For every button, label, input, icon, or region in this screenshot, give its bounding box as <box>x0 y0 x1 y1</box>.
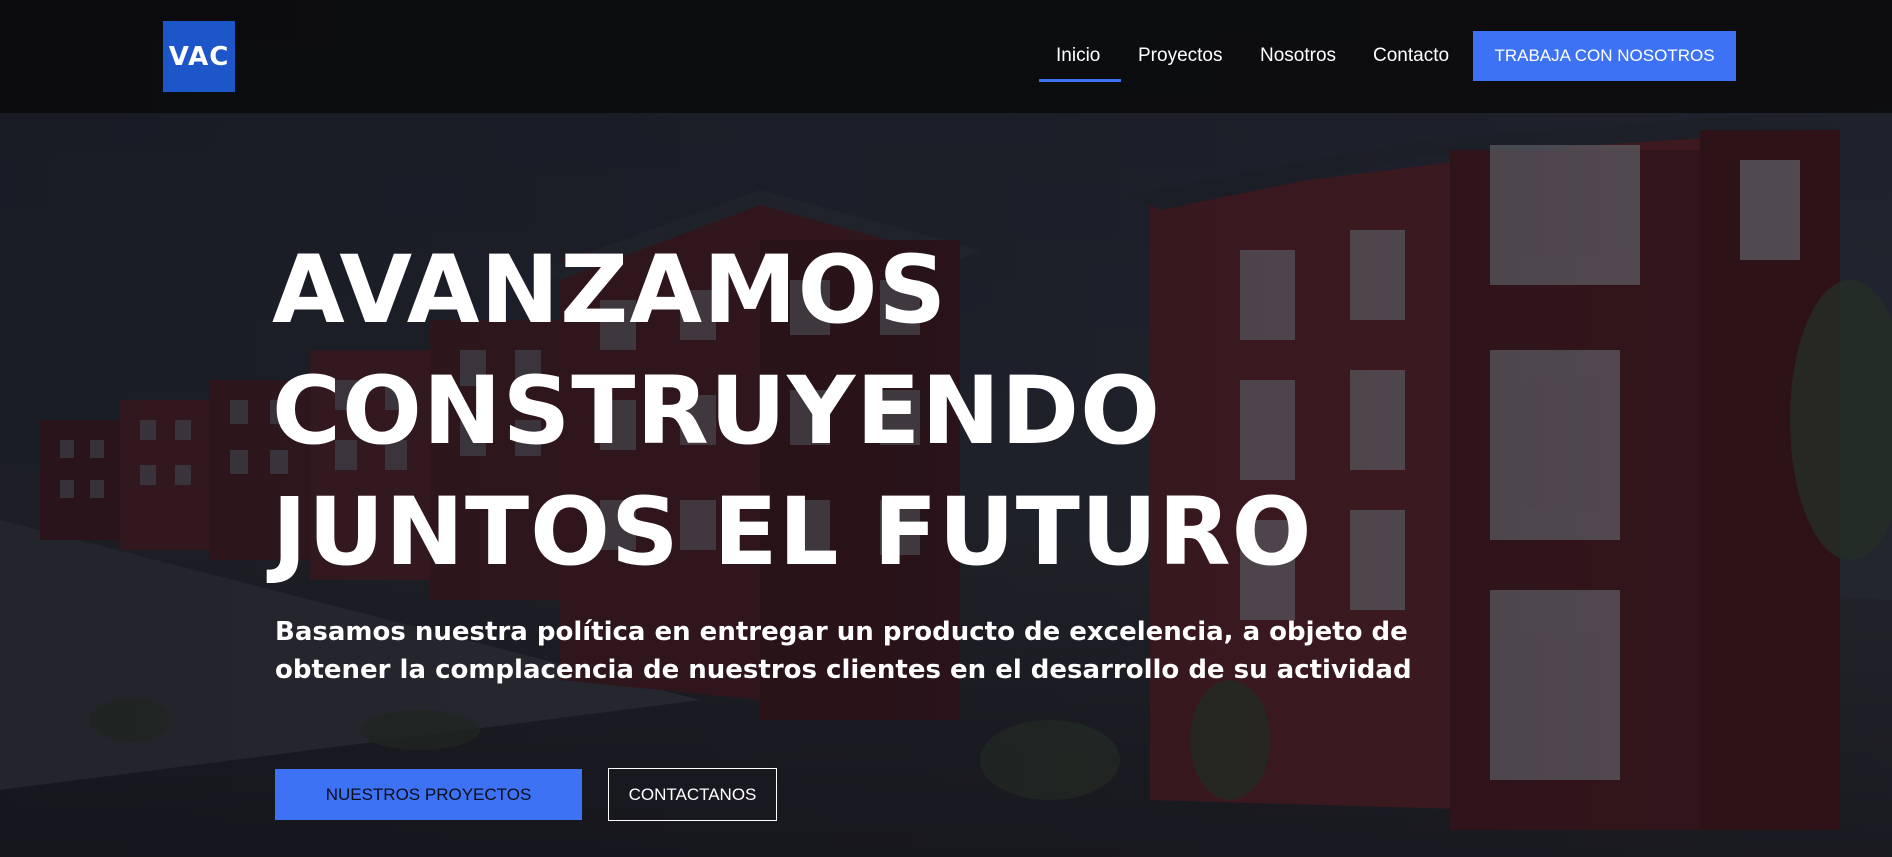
nav-active-indicator <box>1039 79 1121 82</box>
brand-logo[interactable]: VAC <box>163 21 235 92</box>
hero-title-line-1: AVANZAMOS <box>272 236 948 345</box>
hero-title-line-2: CONSTRUYENDO <box>272 357 1161 466</box>
landing-page: VAC Inicio Proyectos Nosotros Contacto T… <box>0 0 1892 857</box>
nav-item-proyectos[interactable]: Proyectos <box>1138 31 1222 81</box>
hero-title: AVANZAMOS CONSTRUYENDO JUNTOS EL FUTURO <box>272 230 1313 593</box>
nav-item-nosotros[interactable]: Nosotros <box>1260 31 1336 81</box>
hero-subtitle: Basamos nuestra política en entregar un … <box>275 613 1425 689</box>
nav-item-contacto[interactable]: Contacto <box>1373 31 1449 81</box>
brand-logo-text: VAC <box>168 41 230 72</box>
hero-subtitle-line-1: Basamos nuestra política en entregar un … <box>275 617 1408 647</box>
nuestros-proyectos-button[interactable]: NUESTROS PROYECTOS <box>275 769 582 820</box>
hero-subtitle-line-2: obtener la complacencia de nuestros clie… <box>275 655 1412 685</box>
contactanos-button[interactable]: CONTACTANOS <box>608 768 777 821</box>
trabaja-con-nosotros-button[interactable]: TRABAJA CON NOSOTROS <box>1473 31 1736 81</box>
site-header: VAC Inicio Proyectos Nosotros Contacto T… <box>0 0 1892 113</box>
nav-item-inicio[interactable]: Inicio <box>1056 31 1100 81</box>
hero-title-line-3: JUNTOS EL FUTURO <box>272 478 1313 587</box>
